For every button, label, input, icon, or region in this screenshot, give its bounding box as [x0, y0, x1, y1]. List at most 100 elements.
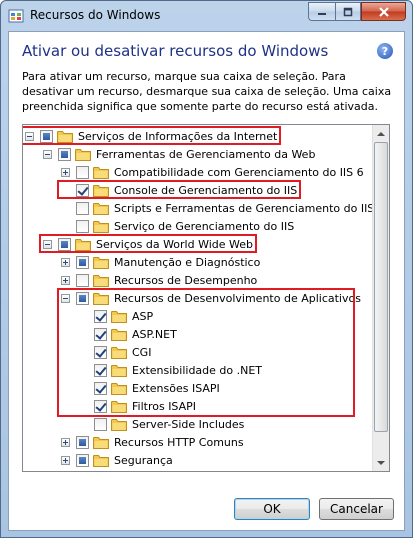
- expand-plus-icon[interactable]: [61, 275, 70, 285]
- scrollbar-thumb[interactable]: [374, 142, 388, 432]
- collapse-minus-icon[interactable]: [43, 239, 52, 249]
- folder-icon: [93, 202, 109, 215]
- tree-item[interactable]: CGI: [79, 343, 151, 361]
- expand-plus-icon[interactable]: [61, 455, 70, 465]
- tree-item[interactable]: Serviços de Informações da Internet: [25, 127, 277, 145]
- folder-icon: [75, 238, 91, 251]
- tree-item-label: Extensões ISAPI: [132, 381, 220, 395]
- folder-icon: [93, 256, 109, 269]
- tree-item[interactable]: Serviço de Gerenciamento do IIS: [61, 217, 294, 235]
- tree-item[interactable]: Extensibilidade do .NET: [79, 361, 262, 379]
- tree-item[interactable]: ASP: [79, 307, 153, 325]
- collapse-minus-icon[interactable]: [61, 293, 70, 303]
- close-icon: [378, 6, 389, 17]
- caption-buttons: [308, 2, 406, 21]
- tree-item[interactable]: Scripts e Ferramentas de Gerenciamento d…: [61, 199, 374, 217]
- feature-checkbox[interactable]: [40, 129, 53, 143]
- tree-item-label: Ferramentas de Gerenciamento da Web: [96, 147, 316, 161]
- tree-item[interactable]: Segurança: [61, 451, 173, 469]
- close-button[interactable]: [361, 2, 406, 21]
- expand-plus-icon[interactable]: [61, 167, 70, 177]
- folder-icon: [111, 364, 127, 377]
- tree-item-label: Server-Side Includes: [132, 417, 245, 431]
- cancel-button[interactable]: Cancelar: [319, 498, 394, 520]
- feature-checkbox[interactable]: [76, 435, 89, 449]
- feature-checkbox[interactable]: [76, 219, 89, 233]
- tree-item-label: CGI: [132, 345, 152, 359]
- tree-item-label: Recursos de Desempenho: [114, 273, 258, 287]
- tree-item-label: Filtros ISAPI: [132, 399, 197, 413]
- dialog-description: Para ativar um recurso, marque sua caixa…: [22, 70, 392, 113]
- folder-icon: [75, 148, 91, 161]
- feature-checkbox[interactable]: [76, 201, 89, 215]
- feature-checkbox[interactable]: [94, 399, 107, 413]
- tree-item-label: Recursos de Desenvolvimento de Aplicativ…: [114, 291, 361, 305]
- tree-item-label: Serviço de Gerenciamento do IIS: [114, 219, 295, 233]
- maximize-button[interactable]: [335, 2, 361, 21]
- feature-checkbox[interactable]: [94, 345, 107, 359]
- feature-checkbox[interactable]: [76, 255, 89, 269]
- tree-item-label: Console de Gerenciamento do IIS: [114, 183, 298, 197]
- vertical-scrollbar[interactable]: [372, 125, 389, 471]
- tree-item-label: Serviços da World Wide Web: [96, 237, 254, 251]
- tree-item-label: Compatibilidade com Gerenciamento do IIS…: [114, 165, 364, 179]
- help-icon[interactable]: ?: [377, 43, 393, 59]
- ok-button[interactable]: OK: [234, 498, 310, 520]
- tree-item[interactable]: ASP.NET: [79, 325, 177, 343]
- feature-checkbox[interactable]: [76, 291, 89, 305]
- expand-plus-icon[interactable]: [61, 257, 70, 267]
- features-tree[interactable]: Serviços de Informações da Internet Ferra…: [22, 124, 390, 472]
- folder-icon: [93, 454, 109, 467]
- minimize-icon: [318, 12, 326, 15]
- tree-item[interactable]: Filtros ISAPI: [79, 397, 196, 415]
- tree-item[interactable]: Compatibilidade com Gerenciamento do IIS…: [61, 163, 364, 181]
- tree-item[interactable]: Manutenção e Diagnóstico: [61, 253, 260, 271]
- expand-plus-icon[interactable]: [61, 437, 70, 447]
- tree-item[interactable]: Server-Side Includes: [79, 415, 244, 433]
- title-bar[interactable]: Recursos do Windows: [1, 1, 412, 31]
- scroll-down-button[interactable]: [373, 454, 389, 471]
- tree-item[interactable]: Serviços da World Wide Web: [43, 235, 253, 253]
- collapse-minus-icon[interactable]: [43, 149, 52, 159]
- feature-checkbox[interactable]: [94, 381, 107, 395]
- feature-checkbox[interactable]: [76, 453, 89, 467]
- feature-checkbox[interactable]: [76, 183, 89, 197]
- tree-item-label: ASP.NET: [132, 327, 177, 341]
- feature-checkbox[interactable]: [94, 327, 107, 341]
- dialog-window: Recursos do Windows Ativar ou desativar …: [0, 0, 413, 538]
- feature-checkbox[interactable]: [76, 165, 89, 179]
- tree-item[interactable]: Ferramentas de Gerenciamento da Web: [43, 145, 315, 163]
- folder-icon: [111, 310, 127, 323]
- feature-checkbox[interactable]: [58, 237, 71, 251]
- window-title: Recursos do Windows: [30, 8, 161, 22]
- folder-icon: [111, 346, 127, 359]
- tree-item[interactable]: Recursos de Desenvolvimento de Aplicativ…: [61, 289, 361, 307]
- feature-checkbox[interactable]: [94, 417, 107, 431]
- tree-item[interactable]: Recursos de Desempenho: [61, 271, 257, 289]
- scroll-up-button[interactable]: [373, 125, 389, 142]
- tree-item[interactable]: Extensões ISAPI: [79, 379, 220, 397]
- minimize-button[interactable]: [308, 2, 335, 21]
- folder-icon: [93, 220, 109, 233]
- feature-checkbox[interactable]: [76, 273, 89, 287]
- windows-features-icon: [8, 8, 24, 24]
- tree-item[interactable]: Console de Gerenciamento do IIS: [61, 181, 297, 199]
- scroll-down-icon: [377, 460, 385, 465]
- collapse-minus-icon[interactable]: [25, 131, 34, 141]
- folder-icon: [111, 418, 127, 431]
- feature-checkbox[interactable]: [58, 147, 71, 161]
- feature-checkbox[interactable]: [94, 363, 107, 377]
- scroll-up-icon: [377, 131, 385, 136]
- folder-icon: [111, 328, 127, 341]
- tree-item[interactable]: Recursos HTTP Comuns: [61, 433, 244, 451]
- maximize-icon: [343, 7, 353, 16]
- feature-checkbox[interactable]: [94, 309, 107, 323]
